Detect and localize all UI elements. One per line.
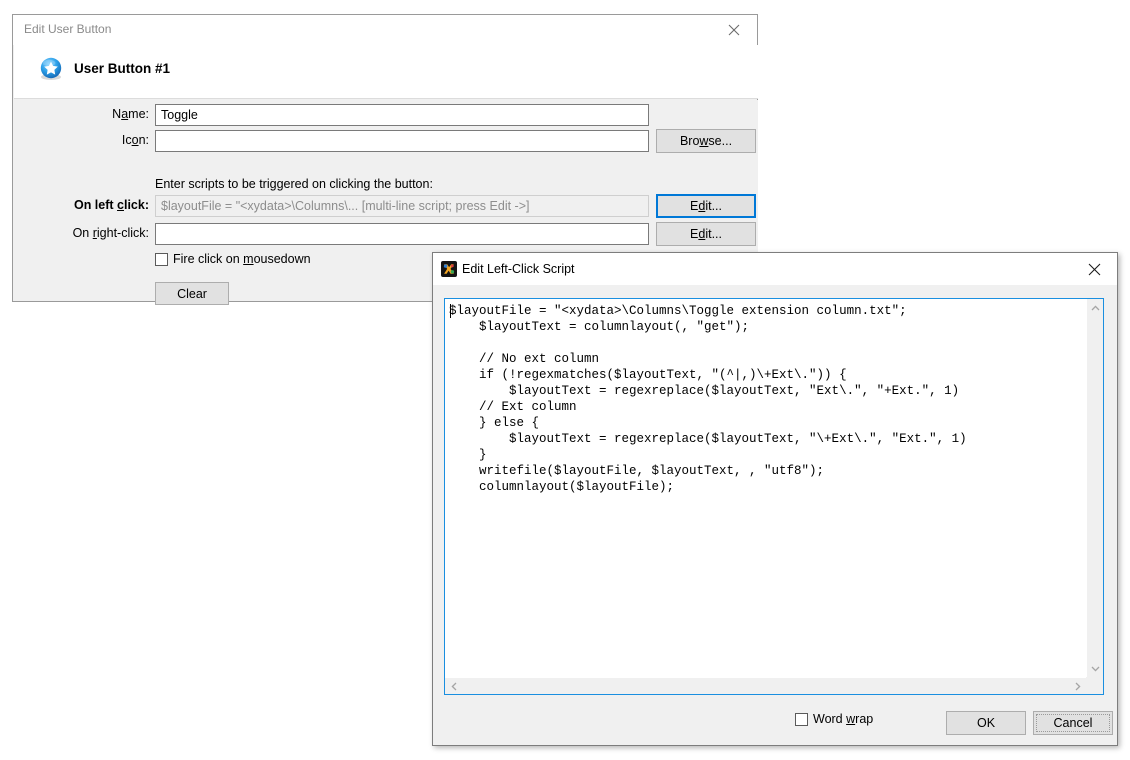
script-editor[interactable]: $layoutFile = "<xydata>\Columns\Toggle e… bbox=[444, 298, 1104, 695]
word-wrap-label: Word wrap bbox=[813, 712, 874, 726]
edit-left-click-button[interactable]: Edit... bbox=[656, 194, 756, 218]
checkbox-box-icon bbox=[795, 712, 808, 726]
icon-label: Icon: bbox=[121, 133, 149, 147]
browse-button-label: Browse... bbox=[679, 134, 733, 148]
dialog-title: Edit User Button bbox=[24, 22, 112, 36]
name-label: Name: bbox=[112, 107, 149, 121]
edit-left-click-button-label: Edit... bbox=[690, 199, 722, 213]
script-editor-text[interactable]: $layoutFile = "<xydata>\Columns\Toggle e… bbox=[445, 299, 1086, 677]
xyplorer-icon bbox=[441, 261, 457, 277]
name-input[interactable] bbox=[155, 104, 649, 126]
editor-horizontal-scrollbar[interactable] bbox=[445, 677, 1086, 694]
chevron-right-icon[interactable] bbox=[1069, 678, 1086, 695]
screen: Edit User Button User Button #1 Name: To… bbox=[0, 0, 1130, 760]
script-dialog-title: Edit Left-Click Script bbox=[462, 262, 575, 276]
cancel-button[interactable]: Cancel bbox=[1033, 711, 1113, 735]
ok-button[interactable]: OK bbox=[946, 711, 1026, 735]
ok-button-label: OK bbox=[976, 716, 996, 730]
close-icon[interactable] bbox=[711, 15, 757, 45]
clear-button-label: Clear bbox=[177, 286, 207, 301]
script-dialog-titlebar: Edit Left-Click Script bbox=[433, 253, 1117, 285]
icon-path-input[interactable] bbox=[155, 130, 649, 152]
clear-button[interactable]: Clear bbox=[155, 282, 229, 305]
fire-click-on-mousedown-label: Fire click on mousedown bbox=[173, 252, 311, 266]
dialog-titlebar: Edit User Button bbox=[13, 15, 757, 45]
browse-button[interactable]: Browse... bbox=[656, 129, 756, 153]
checkbox-box-icon bbox=[155, 252, 168, 266]
dialog-header: User Button #1 bbox=[14, 45, 758, 99]
scrollbar-corner bbox=[1086, 677, 1103, 694]
on-left-click-label: On left click: bbox=[73, 198, 149, 212]
fire-click-on-mousedown-checkbox[interactable]: Fire click on mousedown bbox=[155, 252, 311, 266]
text-caret bbox=[450, 304, 451, 318]
close-icon[interactable] bbox=[1071, 253, 1117, 285]
chevron-up-icon[interactable] bbox=[1087, 299, 1104, 316]
chevron-down-icon[interactable] bbox=[1087, 660, 1104, 677]
on-right-click-label: On right-click: bbox=[72, 226, 149, 240]
chevron-left-icon[interactable] bbox=[445, 678, 462, 695]
word-wrap-checkbox[interactable]: Word wrap bbox=[795, 712, 873, 726]
on-left-click-script-input[interactable] bbox=[155, 195, 649, 217]
header-title: User Button #1 bbox=[74, 61, 171, 76]
edit-right-click-button-label: Edit... bbox=[690, 227, 722, 241]
on-right-click-script-input[interactable] bbox=[155, 223, 649, 245]
cancel-button-label: Cancel bbox=[1053, 716, 1093, 730]
scripts-hint: Enter scripts to be triggered on clickin… bbox=[155, 177, 433, 191]
blue-star-icon bbox=[38, 56, 64, 82]
edit-left-click-script-dialog: Edit Left-Click Script $layoutFile = "<x… bbox=[432, 252, 1118, 746]
edit-right-click-button[interactable]: Edit... bbox=[656, 222, 756, 246]
editor-vertical-scrollbar[interactable] bbox=[1086, 299, 1103, 677]
